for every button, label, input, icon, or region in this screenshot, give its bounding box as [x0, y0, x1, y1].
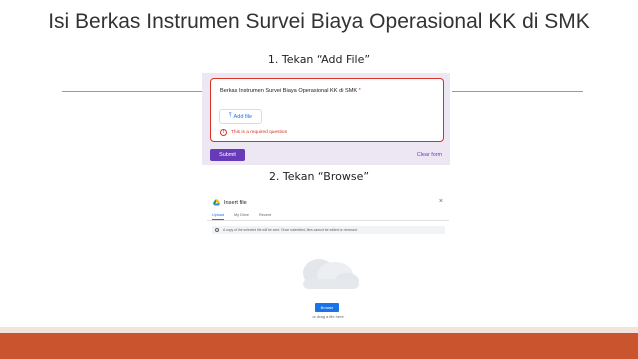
divider-right: [452, 91, 583, 92]
tab-upload[interactable]: Upload: [212, 213, 225, 220]
tabs-divider: [207, 220, 449, 221]
add-file-button[interactable]: ⤒ Add file: [219, 109, 262, 124]
add-file-label: Add file: [233, 113, 253, 120]
form-screenshot: Berkas Instrumen Survei Biaya Operasiona…: [202, 73, 450, 165]
info-text: A copy of the selected file will be sent…: [223, 228, 358, 232]
info-banner: A copy of the selected file will be sent…: [212, 226, 445, 234]
close-icon[interactable]: ×: [439, 198, 443, 205]
tab-recent[interactable]: Recent: [259, 213, 271, 217]
error-text: This is a required question: [231, 130, 288, 135]
drive-logo-icon: [213, 199, 220, 206]
divider-left: [62, 91, 202, 92]
browse-button[interactable]: Browse: [315, 303, 339, 312]
question-text: Berkas Instrumen Survei Biaya Operasiona…: [220, 88, 358, 94]
tab-my-drive[interactable]: My Drive: [234, 213, 249, 217]
info-icon: [215, 228, 219, 232]
submit-button[interactable]: Submit: [210, 149, 245, 161]
dialog-title: Insert file: [224, 199, 247, 206]
question-title: Berkas Instrumen Survei Biaya Operasiona…: [220, 88, 361, 94]
drag-drop-hint: or drag a file here: [312, 314, 344, 319]
step-2-instruction: 2. Tekan “Browse”: [268, 170, 370, 183]
step-1-instruction: 1. Tekan “Add File”: [267, 53, 371, 66]
dialog-tabs: Upload My Drive Recent: [212, 213, 271, 220]
slide-title: Isi Berkas Instrumen Survei Biaya Operas…: [48, 10, 590, 33]
error-message: ! This is a required question: [220, 129, 287, 136]
required-marker: *: [358, 88, 361, 94]
dialog-header: Insert file: [213, 199, 247, 206]
cloud-illustration-icon: [303, 259, 359, 289]
insert-file-dialog: Insert file × Upload My Drive Recent A c…: [207, 191, 449, 344]
upload-icon: ⤒: [228, 113, 232, 119]
question-card: Berkas Instrumen Survei Biaya Operasiona…: [210, 78, 444, 142]
clear-form-link[interactable]: Clear form: [417, 152, 442, 158]
error-icon: !: [220, 129, 227, 136]
bottom-accent-bar: [0, 333, 638, 359]
